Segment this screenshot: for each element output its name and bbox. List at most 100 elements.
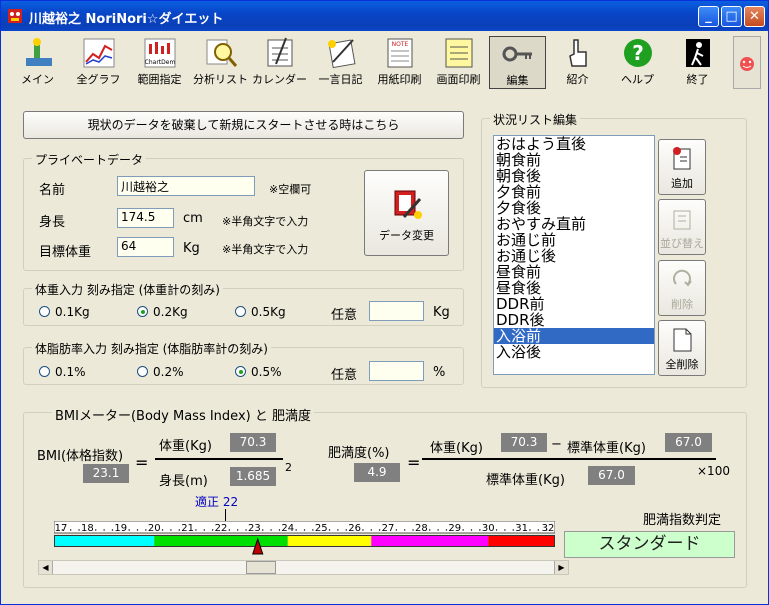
- status-listbox[interactable]: おはよう直後 朝食前 朝食後 夕食前 夕食後 おやすみ直前 お通じ前 お通じ後 昼食前 昼食後 DD…: [493, 135, 655, 375]
- toolbar-label: 終了: [686, 73, 709, 86]
- toolbar-paper-print-button[interactable]: NOTE 用紙印刷: [371, 36, 428, 89]
- status-list-item[interactable]: 入浴前: [494, 328, 654, 344]
- meter-minor-tick: [178, 529, 180, 531]
- status-list-item[interactable]: おはよう直後: [494, 136, 654, 152]
- judgement-value: スタンダード: [564, 531, 735, 558]
- toolbar-label: 分析リスト: [193, 73, 248, 86]
- reset-data-button[interactable]: 現状のデータを破棄して新規にスタートさせる時はこちら: [23, 111, 464, 139]
- data-change-button[interactable]: データ変更: [364, 170, 449, 256]
- meter-minor-tick: [479, 529, 481, 531]
- status-list-item[interactable]: 昼食後: [494, 280, 654, 296]
- toolbar-calendar-button[interactable]: カレンダー: [251, 36, 308, 89]
- toolbar-all-graph-button[interactable]: 全グラフ: [70, 36, 127, 89]
- target-weight-field[interactable]: 64: [117, 237, 174, 257]
- meter-minor-tick: [128, 529, 130, 531]
- status-list-caption: 状況リスト編集: [490, 111, 581, 128]
- fat-custom-label: 任意: [331, 368, 358, 383]
- meter-minor-tick: [337, 529, 339, 531]
- chart-demo-icon: ChartDem: [144, 38, 175, 68]
- fat-step-radio-02[interactable]: 0.2%: [137, 365, 184, 379]
- weight-step-radio-05[interactable]: 0.5Kg: [235, 305, 286, 319]
- status-list-item[interactable]: 昼食前: [494, 264, 654, 280]
- meter-tick-label: 20: [148, 523, 161, 534]
- status-list-item[interactable]: DDR後: [494, 312, 654, 328]
- radio-dot: [235, 306, 246, 317]
- delete-status-button[interactable]: 削除: [658, 260, 706, 316]
- meter-tick-label: 27: [382, 523, 395, 534]
- status-list-item[interactable]: DDR前: [494, 296, 654, 312]
- meter-tick-label: 28: [415, 523, 428, 534]
- meter-band: [287, 535, 372, 547]
- meter-minor-tick: [195, 529, 197, 531]
- status-list-item[interactable]: お通じ前: [494, 232, 654, 248]
- close-button[interactable]: ✕: [744, 6, 765, 27]
- toolbar-diary-button[interactable]: 一言日記: [312, 36, 369, 89]
- name-field[interactable]: 川越裕之: [117, 176, 255, 196]
- meter-minor-tick: [412, 529, 414, 531]
- toolbar-help-button[interactable]: ? ヘルプ: [609, 36, 666, 89]
- fat-step-radio-01[interactable]: 0.1%: [39, 365, 86, 379]
- status-list-item[interactable]: お通じ後: [494, 248, 654, 264]
- meter-tick-label: 29: [448, 523, 461, 534]
- scroll-thumb[interactable]: [246, 561, 276, 574]
- scroll-right-arrow-icon[interactable]: ▶: [554, 561, 568, 574]
- weight-step-radio-01[interactable]: 0.1Kg: [39, 305, 90, 319]
- minimize-icon: _: [705, 9, 712, 24]
- toolbar-edit-button[interactable]: 編集: [489, 36, 546, 89]
- delete-all-status-label: 全削除: [665, 358, 699, 371]
- face-indicator: [733, 36, 761, 89]
- meter-tick-label: 32: [542, 523, 555, 534]
- meter-minor-tick: [504, 529, 506, 531]
- toolbar-label: 範囲指定: [137, 73, 182, 86]
- meter-tick-label: 18: [81, 523, 94, 534]
- chart-icon-text: ChartDem: [144, 59, 175, 66]
- sort-status-label: 並び替え: [660, 237, 704, 250]
- bmi-scrollbar[interactable]: ◀ ▶: [38, 560, 569, 575]
- fat-custom-field[interactable]: [369, 361, 424, 381]
- bmi-label: BMI(体格指数): [37, 449, 124, 464]
- name-label: 名前: [39, 183, 66, 198]
- status-list-item[interactable]: 夕食後: [494, 200, 654, 216]
- title-bar[interactable]: 川越裕之 NoriNori☆ダイエット _ □ ✕: [1, 1, 768, 31]
- add-status-button[interactable]: 追加: [658, 139, 706, 195]
- delete-all-status-button[interactable]: 全削除: [658, 320, 706, 376]
- meter-minor-tick: [211, 529, 214, 531]
- meter-minor-tick: [345, 529, 347, 531]
- toolbar-intro-button[interactable]: 紹介: [549, 36, 606, 89]
- status-list-item[interactable]: 朝食後: [494, 168, 654, 184]
- meter-minor-tick: [61, 529, 64, 531]
- toolbar: メイン 全グラフ ChartDem 範囲指定 分析リスト カレンダー 一言日記 …: [1, 32, 768, 92]
- toolbar-screen-print-button[interactable]: 画面印刷: [430, 36, 487, 89]
- toolbar-analysis-list-button[interactable]: 分析リスト: [192, 36, 249, 89]
- status-list-item[interactable]: 入浴後: [494, 344, 654, 360]
- bmi-meter: 17 18 19 20 21 22 23 24 25 26 27 28 29 30 31 32: [54, 521, 555, 555]
- fat-step-radio-05[interactable]: 0.5%: [235, 365, 282, 379]
- radio-label: 0.2Kg: [153, 305, 188, 319]
- radio-label: 0.2%: [153, 365, 184, 379]
- meter-tick-label: 24: [281, 523, 294, 534]
- height-field[interactable]: 174.5: [117, 208, 174, 228]
- maximize-button[interactable]: □: [721, 6, 742, 27]
- height-label: 身長: [39, 215, 66, 230]
- edit-book-icon: [394, 190, 422, 219]
- toolbar-exit-button[interactable]: 終了: [669, 36, 726, 89]
- line-graph-icon: [83, 38, 114, 68]
- minimize-button[interactable]: _: [698, 6, 719, 27]
- meter-tick-label: 22: [215, 523, 228, 534]
- toolbar-main-button[interactable]: メイン: [9, 36, 66, 89]
- window-title: 川越裕之 NoriNori☆ダイエット: [29, 12, 224, 27]
- sort-status-button[interactable]: 並び替え: [658, 199, 706, 255]
- help-icon: ?: [623, 39, 652, 67]
- meter-tick-label: 30: [482, 523, 495, 534]
- weight-step-radio-02[interactable]: 0.2Kg: [137, 305, 188, 319]
- scroll-left-arrow-icon[interactable]: ◀: [39, 561, 53, 574]
- status-list-item[interactable]: おやすみ直前: [494, 216, 654, 232]
- add-icon: [673, 147, 691, 170]
- status-list-item[interactable]: 朝食前: [494, 152, 654, 168]
- toolbar-range-button[interactable]: ChartDem 範囲指定: [131, 36, 188, 89]
- app-icon: [8, 9, 22, 23]
- meter-minor-tick: [404, 529, 406, 531]
- weight-custom-field[interactable]: [369, 301, 424, 321]
- radio-label: 0.5%: [251, 365, 282, 379]
- status-list-item[interactable]: 夕食前: [494, 184, 654, 200]
